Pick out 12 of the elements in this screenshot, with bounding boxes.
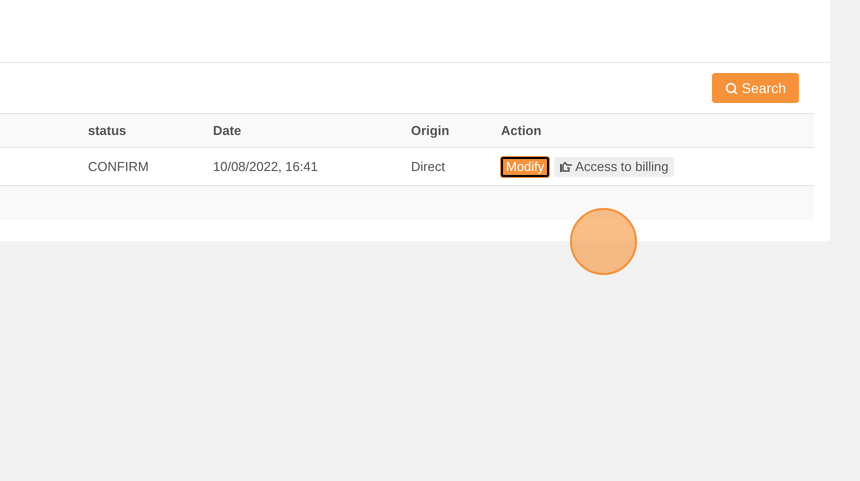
table-cell-text: Direct xyxy=(411,158,445,176)
search-icon xyxy=(724,82,738,94)
column-header: Action xyxy=(501,122,542,140)
modify-button[interactable]: Modify xyxy=(501,156,550,176)
table-cell-text: 10/08/2022, 16:41 xyxy=(213,158,318,176)
table-cell-text: CONFIRM xyxy=(88,158,149,176)
column-header: Origin xyxy=(411,122,450,140)
billing-button[interactable]: Access to billing xyxy=(554,156,674,176)
search-button[interactable]: Search xyxy=(712,73,799,103)
column-header: Date xyxy=(213,122,242,140)
pointing-hand-icon xyxy=(559,160,574,172)
column-header: status xyxy=(88,122,126,140)
